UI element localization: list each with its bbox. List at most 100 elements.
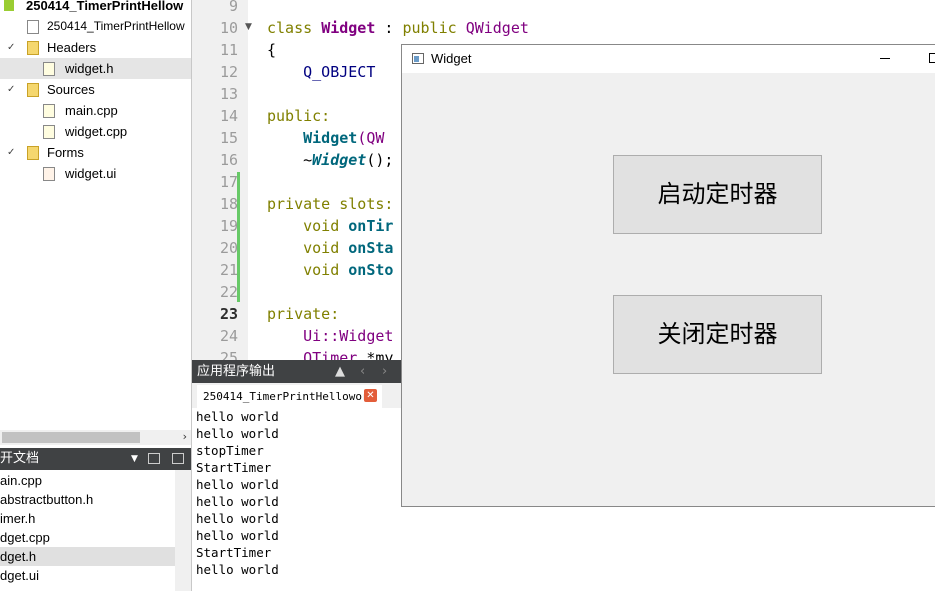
code-token: onTir [348,217,394,235]
code-line-18: private slots: [267,195,394,213]
chevron-down-icon[interactable]: ▼ [131,448,138,470]
tree-item-widget-cpp[interactable]: widget.cpp [0,121,191,142]
close-panel-icon[interactable] [172,453,184,464]
modified-lines-marker [237,172,240,302]
output-line: hello world [196,426,279,441]
code-token: Ui [303,327,322,345]
line-number: 24 [219,327,238,345]
line-number: 9 [228,0,238,15]
tree-item-label: widget.ui [65,166,117,181]
output-line: StartTimer [196,460,272,475]
tree-item-widget-ui[interactable]: widget.ui [0,163,191,184]
open-doc-item[interactable]: imer.h [0,509,175,528]
split-icon[interactable] [148,453,160,464]
open-docs-scrollbar[interactable] [175,470,191,591]
line-number: 12 [219,63,238,81]
project-tree: 250414_TimerPrintHellow 250414_TimerPrin… [0,0,192,448]
open-documents-panel: 开文档 ▼ ain.cpp abstractbutton.h imer.h dg… [0,448,192,591]
output-line: StartTimer [196,545,272,560]
minimize-icon[interactable] [880,58,890,59]
line-number: 17 [219,173,238,191]
chevron-down-icon[interactable]: ✓ [7,79,15,100]
open-doc-item[interactable]: dget.h [0,547,175,566]
folder-icon [27,83,39,97]
tree-item-widget-h[interactable]: widget.h [0,58,191,79]
code-token: public [402,19,466,37]
chevron-right-icon[interactable]: › [382,360,387,383]
code-token: Widget [321,19,376,37]
source-file-icon [43,104,55,118]
chevron-down-icon[interactable]: ✓ [7,142,15,163]
tree-item-pro-file[interactable]: 250414_TimerPrintHellow [0,16,191,37]
output-title: 应用程序输出 [197,364,276,379]
code-token: void [267,239,349,257]
code-line-20: void onSta [267,237,393,259]
output-line: hello world [196,494,279,509]
open-doc-item[interactable]: ain.cpp [0,471,175,490]
output-tab-label: 250414_TimerPrintHelloword [203,390,376,403]
chevron-left-icon[interactable]: ‹ [360,360,365,383]
line-number: 25 [219,349,238,360]
output-line: hello world [196,528,279,543]
code-token: onSta [348,239,394,257]
chevron-down-icon[interactable]: ✓ [7,37,15,58]
open-documents-title: 开文档 [0,451,40,466]
output-line: hello world [196,511,279,526]
tree-item-forms[interactable]: ✓ Forms [0,142,191,163]
project-icon [4,0,14,11]
code-token: ~ [267,151,313,169]
tree-horizontal-scrollbar[interactable]: › [0,430,191,445]
stop-timer-button[interactable]: 关闭定时器 [613,295,822,374]
close-tab-icon[interactable]: ✕ [364,389,377,402]
window-title: Widget [431,51,472,66]
line-number: 15 [219,129,238,147]
code-token: QWidget [465,19,529,37]
fold-arrow-icon[interactable]: ▼ [245,22,252,32]
widget-window: Widget 启动定时器 关闭定时器 [401,44,935,507]
line-number-gutter: 9 10 11 12 13 14 15 16 17 18 19 20 21 22… [192,0,248,360]
code-token: QTimer [303,349,358,360]
output-line: hello world [196,562,279,577]
code-line-16: ~Widget(); [267,149,393,171]
scrollbar-thumb[interactable] [2,432,140,443]
tree-item-label: main.cpp [65,103,118,118]
output-line: hello world [196,409,279,424]
output-header: 应用程序输出 ▲ ‹ › [192,360,402,383]
window-titlebar[interactable]: Widget [402,45,935,73]
code-line-24: Ui::Widget [267,325,393,347]
tree-item-main-cpp[interactable]: main.cpp [0,100,191,121]
output-tab[interactable]: 250414_TimerPrintHelloword [197,385,382,408]
form-file-icon [43,167,55,181]
tree-item-label: Sources [47,82,95,97]
code-line-23: private: [267,305,340,323]
chevron-right-icon[interactable]: › [183,430,187,443]
line-number: 14 [219,107,238,125]
code-token: (QW [357,129,385,147]
start-timer-button[interactable]: 启动定时器 [613,155,822,234]
open-doc-item[interactable]: abstractbutton.h [0,490,175,509]
line-number: 16 [219,151,238,169]
source-file-icon [43,125,55,139]
code-token: *my [357,349,394,360]
folder-icon [27,41,39,55]
tree-item-headers[interactable]: ✓ Headers [0,37,191,58]
tree-item-label: widget.cpp [65,124,128,139]
app-icon [412,53,424,64]
line-number: 11 [219,41,238,59]
code-token: (); [366,151,394,169]
line-number: 22 [219,283,238,301]
run-icon[interactable]: ▲ [335,360,345,383]
tree-item-label: 250414_TimerPrintHellow [47,19,185,33]
current-line-number: 23 [219,305,238,323]
code-token: void [267,217,349,235]
open-doc-item[interactable]: dget.cpp [0,528,175,547]
code-line-21: void onSto [267,259,393,281]
output-line: stopTimer [196,443,264,458]
tree-item-project-root[interactable]: 250414_TimerPrintHellow [0,0,191,16]
header-file-icon [43,62,55,76]
tree-item-sources[interactable]: ✓ Sources [0,79,191,100]
maximize-icon[interactable] [929,53,935,63]
open-doc-item[interactable]: dget.ui [0,566,175,585]
